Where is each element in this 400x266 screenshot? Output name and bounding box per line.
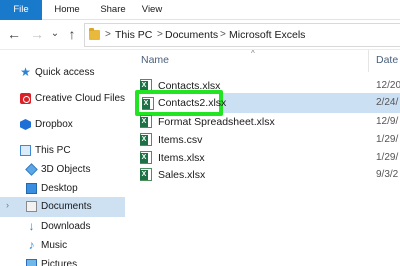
column-header-name[interactable]: Name — [141, 54, 169, 66]
forward-arrow-icon[interactable]: → — [29, 26, 45, 42]
nav-item-label: Creative Cloud Files — [35, 93, 126, 104]
music-icon: ♪ — [28, 238, 35, 252]
file-name: Format Spreadsheet.xlsx — [158, 116, 275, 128]
file-row-sales[interactable]: Sales.xlsx 9/3/2 — [137, 165, 400, 185]
up-arrow-icon[interactable]: ↑ — [64, 26, 80, 42]
nav-item-documents[interactable]: › Documents — [0, 197, 125, 217]
nav-item-creative-cloud-files[interactable]: Creative Cloud Files — [0, 89, 125, 109]
breadcrumb-microsoft-excels[interactable]: Microsoft Excels — [229, 28, 305, 42]
navigation-pane: ★ Quick access Creative Cloud Files Drop… — [0, 51, 125, 266]
documents-icon — [26, 201, 37, 212]
nav-item-label: Downloads — [41, 221, 91, 232]
file-name: Items.xlsx — [158, 152, 205, 164]
expand-chevron-icon[interactable]: › — [6, 200, 9, 210]
excel-file-icon — [140, 168, 152, 181]
pictures-icon — [26, 259, 37, 266]
sort-caret-icon: ^ — [251, 49, 255, 58]
excel-file-icon — [140, 151, 152, 164]
nav-item-this-pc[interactable]: This PC — [0, 141, 125, 161]
excel-file-icon — [142, 97, 154, 110]
breadcrumb-this-pc[interactable]: This PC — [115, 28, 152, 42]
excel-file-icon — [140, 115, 152, 128]
nav-item-pictures[interactable]: Pictures — [0, 255, 125, 266]
ribbon-tabs: File Home Share View — [0, 0, 400, 20]
cube-icon — [25, 163, 38, 176]
address-bar[interactable]: > This PC > Documents > Microsoft Excels — [84, 23, 400, 47]
star-icon: ★ — [20, 65, 31, 79]
creative-cloud-icon — [20, 93, 31, 104]
file-date: 1/29/ — [376, 134, 399, 145]
download-icon: ↓ — [28, 219, 35, 233]
folder-icon — [89, 28, 100, 40]
dropbox-icon — [20, 119, 31, 130]
nav-item-label: Pictures — [41, 259, 78, 266]
column-header-date[interactable]: Date — [376, 54, 398, 66]
address-row: ← → ⌄ ↑ > This PC > Documents > Microsof… — [0, 20, 400, 50]
tab-view[interactable]: View — [137, 0, 167, 20]
file-row-format-spreadsheet[interactable]: Format Spreadsheet.xlsx 12/9/ — [137, 112, 400, 132]
file-date: 9/3/2 — [376, 169, 399, 180]
breadcrumb-documents[interactable]: Documents — [165, 28, 218, 42]
tab-home[interactable]: Home — [50, 0, 84, 20]
nav-item-label: This PC — [35, 145, 71, 156]
nav-item-label: Dropbox — [35, 119, 73, 130]
recent-locations-chevron-icon[interactable]: ⌄ — [47, 26, 63, 42]
file-date: 12/20 — [376, 80, 400, 91]
excel-file-icon — [140, 133, 152, 146]
tab-file[interactable]: File — [0, 0, 42, 20]
column-divider[interactable] — [368, 50, 369, 72]
file-name: Sales.xlsx — [158, 169, 206, 181]
nav-item-label: Quick access — [35, 67, 95, 78]
nav-item-dropbox[interactable]: Dropbox — [0, 115, 125, 135]
desktop-icon — [26, 183, 37, 194]
breadcrumb-separator-icon[interactable]: > — [157, 28, 163, 42]
file-date: 2/24/ — [376, 97, 399, 108]
nav-item-label: Desktop — [41, 183, 78, 194]
nav-item-music[interactable]: ♪ Music — [0, 236, 125, 256]
tab-share[interactable]: Share — [96, 0, 130, 20]
computer-icon — [20, 145, 31, 156]
file-name: Items.csv — [158, 134, 203, 146]
nav-item-label: Documents — [41, 201, 92, 212]
breadcrumb-separator-icon: > — [105, 29, 111, 40]
nav-item-downloads[interactable]: ↓ Downloads — [0, 217, 125, 237]
file-date: 12/9/ — [376, 116, 399, 127]
file-name: Contacts2.xlsx — [158, 97, 227, 109]
nav-item-label: Music — [41, 240, 68, 251]
nav-item-label: 3D Objects — [41, 164, 91, 175]
back-arrow-icon[interactable]: ← — [6, 26, 22, 42]
nav-item-desktop[interactable]: Desktop — [0, 179, 125, 199]
file-row-items-csv[interactable]: Items.csv 1/29/ — [137, 130, 400, 150]
breadcrumb-separator-icon[interactable]: > — [220, 28, 226, 42]
nav-item-3d-objects[interactable]: 3D Objects — [0, 160, 125, 180]
nav-item-quick-access[interactable]: ★ Quick access — [0, 63, 125, 83]
file-date: 1/29/ — [376, 152, 399, 163]
